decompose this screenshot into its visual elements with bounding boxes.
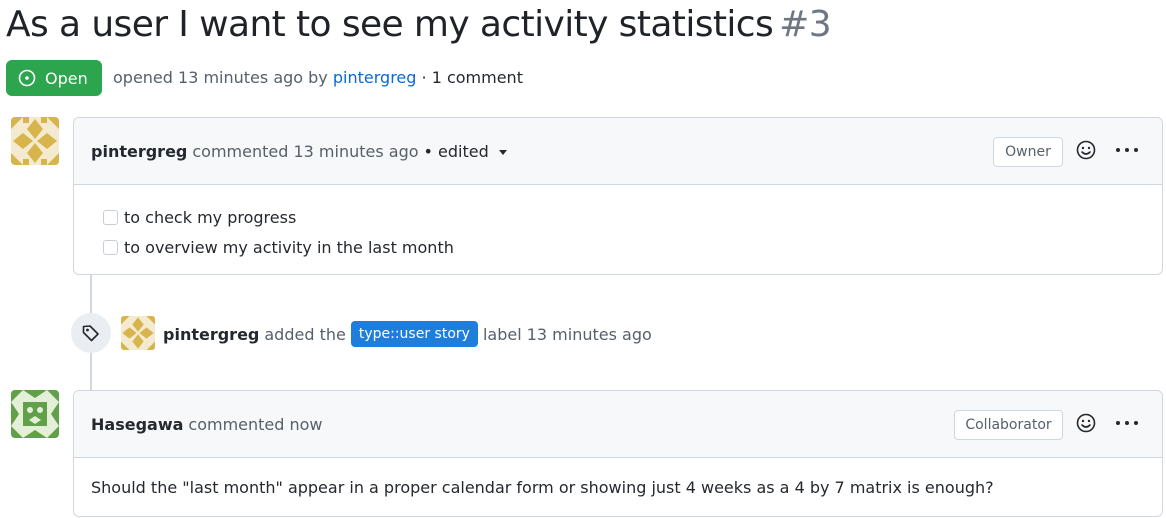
role-badge-collaborator: Collaborator (954, 410, 1063, 440)
comment-time[interactable]: commented now (188, 415, 322, 434)
smiley-icon[interactable] (1075, 412, 1097, 434)
task-text: to overview my activity in the last mont… (124, 237, 454, 257)
state-badge: Open (6, 60, 102, 96)
meta-comment-count[interactable]: · 1 comment (422, 68, 523, 87)
comment-author[interactable]: pintergreg (91, 142, 187, 161)
event-author[interactable]: pintergreg (163, 325, 259, 344)
event-suffix: label 13 minutes ago (482, 324, 652, 344)
more-options-icon[interactable] (1116, 148, 1138, 154)
event-action: added the (264, 324, 346, 344)
avatar-hasegawa[interactable] (11, 390, 59, 438)
identicon-icon (11, 117, 59, 165)
task-checkbox[interactable] (103, 239, 118, 255)
caret-down-icon (498, 149, 507, 155)
avatar-pintergreg-small[interactable] (121, 316, 155, 350)
task-item: to overview my activity in the last mont… (91, 232, 1145, 262)
comment-body-2: Should the "last month" appear in a prop… (74, 458, 1162, 513)
comment-body-1: to check my progress to overview my acti… (74, 185, 1162, 278)
issue-title-text: As a user I want to see my activity stat… (6, 4, 774, 45)
smiley-icon[interactable] (1075, 139, 1097, 161)
label-event-badge (71, 313, 111, 353)
avatar-pintergreg[interactable] (11, 117, 59, 165)
comment-card-1: pintergreg commented 13 minutes ago • ed… (73, 117, 1163, 275)
comment-header-1: pintergreg commented 13 minutes ago • ed… (74, 118, 1162, 185)
comment-header-2: Hasegawa commented now Collaborator (74, 391, 1162, 458)
role-badge-owner: Owner (993, 137, 1063, 167)
issue-number: #3 (779, 4, 832, 45)
task-checkbox[interactable] (103, 209, 118, 225)
issue-meta: opened 13 minutes ago by pintergreg · 1 … (113, 68, 523, 87)
issue-open-icon (18, 69, 36, 87)
comment-text: Should the "last month" appear in a prop… (91, 478, 994, 497)
more-options-icon[interactable] (1116, 421, 1138, 427)
label-pill[interactable]: type::user story (350, 321, 478, 347)
label-event: pintergreg added the type::user story la… (163, 321, 652, 347)
tag-icon (82, 325, 99, 342)
identicon-icon (11, 390, 59, 438)
comment-time[interactable]: commented 13 minutes ago (192, 142, 418, 161)
meta-opened: opened 13 minutes ago by (113, 68, 328, 87)
edited-dropdown[interactable]: • edited (424, 142, 507, 161)
state-label: Open (45, 68, 88, 88)
meta-author-link[interactable]: pintergreg (333, 68, 417, 87)
comment-card-2: Hasegawa commented now Collaborator Shou… (73, 390, 1163, 517)
comment-author[interactable]: Hasegawa (91, 415, 183, 434)
task-item: to check my progress (91, 202, 1145, 232)
identicon-icon (121, 316, 155, 350)
issue-title: As a user I want to see my activity stat… (6, 4, 832, 45)
task-text: to check my progress (124, 207, 297, 227)
